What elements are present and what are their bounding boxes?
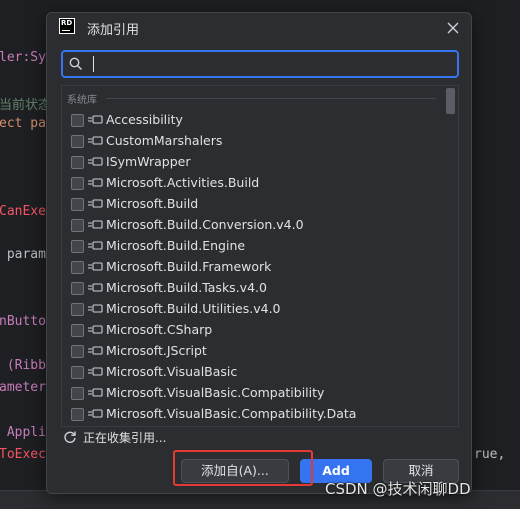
code-fragment: ler:Sy <box>0 50 46 65</box>
reference-list-item[interactable]: Microsoft.CSharp <box>62 320 442 341</box>
reference-list[interactable]: 系统库 Accessibility CustomMarshalers ISymWra… <box>61 85 459 427</box>
status-text: 正在收集引用... <box>83 431 167 445</box>
reference-checkbox[interactable] <box>71 198 84 211</box>
reference-checkbox[interactable] <box>71 282 84 295</box>
code-fragment: ToExec <box>0 447 46 462</box>
add-reference-dialog: RD 添加引用 系统库 Accessibility CustomMarshaler… <box>46 12 472 494</box>
reference-checkbox[interactable] <box>71 324 84 337</box>
reference-checkbox[interactable] <box>71 261 84 274</box>
reference-list-item[interactable]: ISymWrapper <box>62 152 442 173</box>
refresh-icon <box>64 431 76 443</box>
reference-checkbox[interactable] <box>71 135 84 148</box>
text-caret <box>93 56 94 72</box>
reference-checkbox[interactable] <box>71 366 84 379</box>
reference-label: Microsoft.Build.Engine <box>106 238 246 253</box>
reference-list-item[interactable]: Microsoft.VisualBasic.Compatibility <box>62 383 442 404</box>
search-icon <box>69 57 83 71</box>
code-fragment: Appli <box>0 425 46 440</box>
reference-label: Microsoft.Build.Framework <box>106 259 272 274</box>
reference-list-item[interactable]: Microsoft.Build.Conversion.v4.0 <box>62 215 442 236</box>
assembly-reference-icon <box>88 241 103 250</box>
reference-label: Microsoft.CSharp <box>106 322 213 337</box>
reference-label: Microsoft.Build.Utilities.v4.0 <box>106 301 281 316</box>
reference-label: Microsoft.VisualBasic <box>106 364 238 379</box>
reference-list-item[interactable]: Microsoft.Build.Utilities.v4.0 <box>62 299 442 320</box>
reference-label: Microsoft.Build.Tasks.v4.0 <box>106 280 267 295</box>
reference-list-item[interactable]: Microsoft.JScript <box>62 341 442 362</box>
code-fragment: CanExe <box>0 204 46 219</box>
assembly-reference-icon <box>88 304 103 313</box>
reference-list-item[interactable]: Microsoft.Build.Engine <box>62 236 442 257</box>
reference-label: Microsoft.Build <box>106 196 199 211</box>
reference-checkbox[interactable] <box>71 240 84 253</box>
reference-label: Microsoft.VisualBasic.Compatibility.Data <box>106 406 357 421</box>
reference-list-item[interactable]: Microsoft.VisualBasic.Compatibility.Data <box>62 404 442 425</box>
search-box[interactable] <box>61 50 459 78</box>
assembly-reference-icon <box>88 115 103 124</box>
reference-list-item[interactable]: CustomMarshalers <box>62 131 442 152</box>
reference-list-item[interactable]: Microsoft.Build.Tasks.v4.0 <box>62 278 442 299</box>
assembly-reference-icon <box>88 409 103 418</box>
code-fragment: ect pa <box>0 116 46 131</box>
reference-checkbox[interactable] <box>71 156 84 169</box>
reference-label: Microsoft.JScript <box>106 343 207 358</box>
csdn-watermark: CSDN @技术闲聊DD <box>325 480 471 498</box>
assembly-reference-icon <box>88 178 103 187</box>
rider-logo-icon: RD <box>59 18 75 34</box>
reference-checkbox[interactable] <box>71 408 84 421</box>
assembly-reference-icon <box>88 199 103 208</box>
search-input[interactable] <box>91 53 441 75</box>
close-button[interactable] <box>441 16 465 40</box>
reference-checkbox[interactable] <box>71 114 84 127</box>
dialog-title: 添加引用 <box>87 23 140 38</box>
reference-checkbox[interactable] <box>71 387 84 400</box>
reference-checkbox[interactable] <box>71 177 84 190</box>
reference-checkbox[interactable] <box>71 219 84 232</box>
assembly-reference-icon <box>88 262 103 271</box>
reference-label: Microsoft.VisualBasic.Compatibility <box>106 385 325 400</box>
assembly-reference-icon <box>88 325 103 334</box>
assembly-reference-icon <box>88 283 103 292</box>
assembly-reference-icon <box>88 157 103 166</box>
assembly-reference-icon <box>88 346 103 355</box>
reference-list-item[interactable]: Microsoft.Build <box>62 194 442 215</box>
reference-label: Microsoft.Activities.Build <box>106 175 260 190</box>
close-icon <box>447 22 459 34</box>
list-scrollbar[interactable] <box>446 88 455 114</box>
dialog-titlebar[interactable]: RD 添加引用 <box>47 13 471 43</box>
reference-list-item[interactable]: Microsoft.Build.Framework <box>62 257 442 278</box>
code-fragment: rue, <box>474 447 506 462</box>
add-from-button[interactable]: 添加自(A)... <box>181 459 289 483</box>
assembly-reference-icon <box>88 388 103 397</box>
group-divider <box>106 98 436 99</box>
code-fragment: param <box>0 247 46 262</box>
code-fragment: ameter <box>0 380 46 395</box>
assembly-reference-icon <box>88 367 103 376</box>
reference-checkbox[interactable] <box>71 345 84 358</box>
reference-list-item[interactable]: Microsoft.VisualBasic <box>62 362 442 383</box>
code-fragment: nButto <box>0 314 46 329</box>
reference-checkbox[interactable] <box>71 303 84 316</box>
assembly-reference-icon <box>88 220 103 229</box>
assembly-reference-icon <box>88 136 103 145</box>
reference-list-item[interactable]: Microsoft.Activities.Build <box>62 173 442 194</box>
code-fragment: 当前状态 <box>0 98 52 113</box>
group-header-system-libraries: 系统库 <box>67 95 97 106</box>
reference-label: CustomMarshalers <box>106 133 223 148</box>
reference-label: Microsoft.Build.Conversion.v4.0 <box>106 217 304 232</box>
reference-label: ISymWrapper <box>106 154 191 169</box>
code-fragment: (Ribb <box>0 358 46 373</box>
reference-list-item[interactable]: Accessibility <box>62 110 442 131</box>
app-logo-text: RD <box>61 19 73 27</box>
reference-label: Accessibility <box>106 112 183 127</box>
